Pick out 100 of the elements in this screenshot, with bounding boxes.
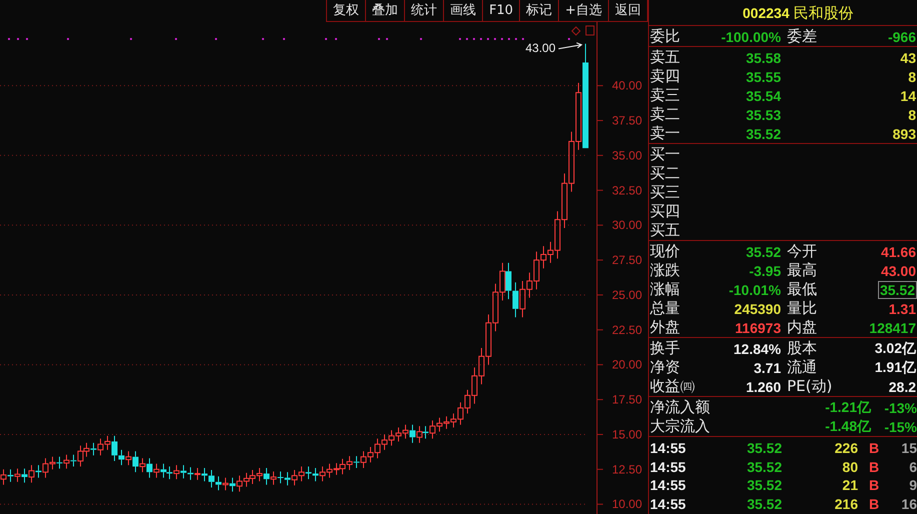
ask-label: 卖四 xyxy=(650,67,681,86)
diamond-icon[interactable] xyxy=(571,26,581,36)
candlestick xyxy=(140,458,146,473)
field-label: 内盘 xyxy=(786,318,818,337)
trade-count: 6 xyxy=(908,458,917,475)
field-value: 3.02亿 xyxy=(874,340,917,358)
ask-volume: 8 xyxy=(908,106,917,122)
toolbar-button[interactable]: 叠加 xyxy=(366,0,406,21)
field-value: 28.2 xyxy=(888,378,917,394)
candlestick xyxy=(14,468,20,482)
trade-volume: 80 xyxy=(841,458,858,475)
trade-price: 35.52 xyxy=(746,477,782,494)
field-label: PE(动) xyxy=(786,377,834,396)
candlestick xyxy=(312,467,318,482)
field-value: -100.00% xyxy=(721,28,782,44)
candlestick xyxy=(70,454,76,468)
bid-label: 买一 xyxy=(650,145,681,164)
axis-label: 37.50 xyxy=(612,114,642,128)
ask-volume: 14 xyxy=(900,88,917,104)
flow-label: 大宗流入 xyxy=(650,417,711,436)
candlestick xyxy=(160,463,166,478)
axis-label: 20.00 xyxy=(612,358,642,372)
bid-label: 买二 xyxy=(650,164,681,183)
ask-price: 35.53 xyxy=(746,106,782,122)
field-value: 35.52 xyxy=(746,244,782,260)
axis-label: 10.00 xyxy=(612,497,642,512)
field-label: 最低 xyxy=(786,280,818,299)
candlestick xyxy=(166,466,172,480)
candlestick xyxy=(208,470,214,488)
trade-price: 35.52 xyxy=(746,440,782,456)
field-label: 股本 xyxy=(786,339,818,358)
candlestick xyxy=(146,458,152,478)
ask-label: 卖一 xyxy=(650,124,681,143)
ask-label: 卖二 xyxy=(650,105,681,124)
trade-count: 15 xyxy=(900,440,917,456)
square-icon[interactable] xyxy=(586,26,594,36)
axis-label: 25.00 xyxy=(612,288,642,302)
trade-time: 14:55 xyxy=(650,440,687,456)
candlestick xyxy=(126,450,132,466)
bid-label: 买五 xyxy=(650,221,681,240)
axis-label: 27.50 xyxy=(612,253,642,268)
price-annotation: 43.00 xyxy=(526,41,556,55)
candlestick xyxy=(306,466,312,480)
candlestick xyxy=(154,463,160,478)
candlestick xyxy=(264,467,270,486)
ask-price: 35.52 xyxy=(746,126,782,142)
toolbar-button[interactable]: 复权 xyxy=(327,0,366,21)
field-value: -966 xyxy=(888,28,917,44)
trade-time: 14:55 xyxy=(650,496,687,512)
stock-code: 002234 xyxy=(742,5,790,21)
axis-label: 17.50 xyxy=(612,392,642,407)
toolbar-button[interactable]: 画线 xyxy=(444,0,484,21)
trade-price: 35.52 xyxy=(746,496,782,512)
field-label: 净资 xyxy=(650,358,681,377)
axis-label: 30.00 xyxy=(612,218,642,232)
flow-percent: -15% xyxy=(883,418,917,434)
toolbar-button[interactable]: 统计 xyxy=(405,0,444,21)
field-value: 12.84% xyxy=(734,340,782,356)
toolbar-button[interactable]: 标记 xyxy=(520,0,560,21)
axis-label: 12.50 xyxy=(612,462,642,476)
toolbar-button[interactable]: F10 xyxy=(483,0,520,21)
field-label: 涨跌 xyxy=(650,261,681,280)
field-label: 换手 xyxy=(650,339,681,358)
candlestick xyxy=(216,476,222,491)
candlestick xyxy=(36,464,42,478)
flow-amount: -1.48亿 xyxy=(824,418,871,436)
candlestick xyxy=(512,282,518,318)
candlestick xyxy=(422,426,428,440)
candlestick xyxy=(28,464,34,484)
field-value: 245390 xyxy=(734,300,782,316)
candlestick xyxy=(202,467,208,482)
ask-price: 35.54 xyxy=(746,88,782,104)
candlestick xyxy=(354,456,360,468)
trade-side: B xyxy=(868,496,880,512)
candlestick xyxy=(506,262,512,300)
toolbar-button[interactable]: +自选 xyxy=(559,0,609,21)
ask-volume: 43 xyxy=(900,50,917,66)
field-value: 41.66 xyxy=(880,244,917,260)
field-label: 最高 xyxy=(786,261,818,280)
field-value: 1.31 xyxy=(888,300,917,316)
candlestick xyxy=(56,456,62,470)
trade-side: B xyxy=(868,458,880,475)
ask-volume: 8 xyxy=(908,68,917,84)
field-value: 116973 xyxy=(735,320,782,336)
flow-amount: -1.21亿 xyxy=(824,398,871,416)
trade-time: 14:55 xyxy=(650,458,687,475)
field-value: 1.91亿 xyxy=(874,358,917,376)
field-label: 涨幅 xyxy=(650,280,681,299)
field-label: 现价 xyxy=(650,242,681,261)
field-value: 35.52 xyxy=(878,280,917,298)
trade-time: 14:55 xyxy=(650,477,687,494)
candlestick xyxy=(0,468,6,486)
candlestick xyxy=(90,442,96,456)
trade-volume: 226 xyxy=(834,440,858,456)
axis-label: 22.50 xyxy=(612,322,642,337)
field-label: 委差 xyxy=(786,27,818,46)
candlestick xyxy=(174,464,180,480)
trade-volume: 216 xyxy=(834,496,858,512)
flow-percent: -13% xyxy=(883,400,917,416)
candlestick xyxy=(118,449,124,466)
